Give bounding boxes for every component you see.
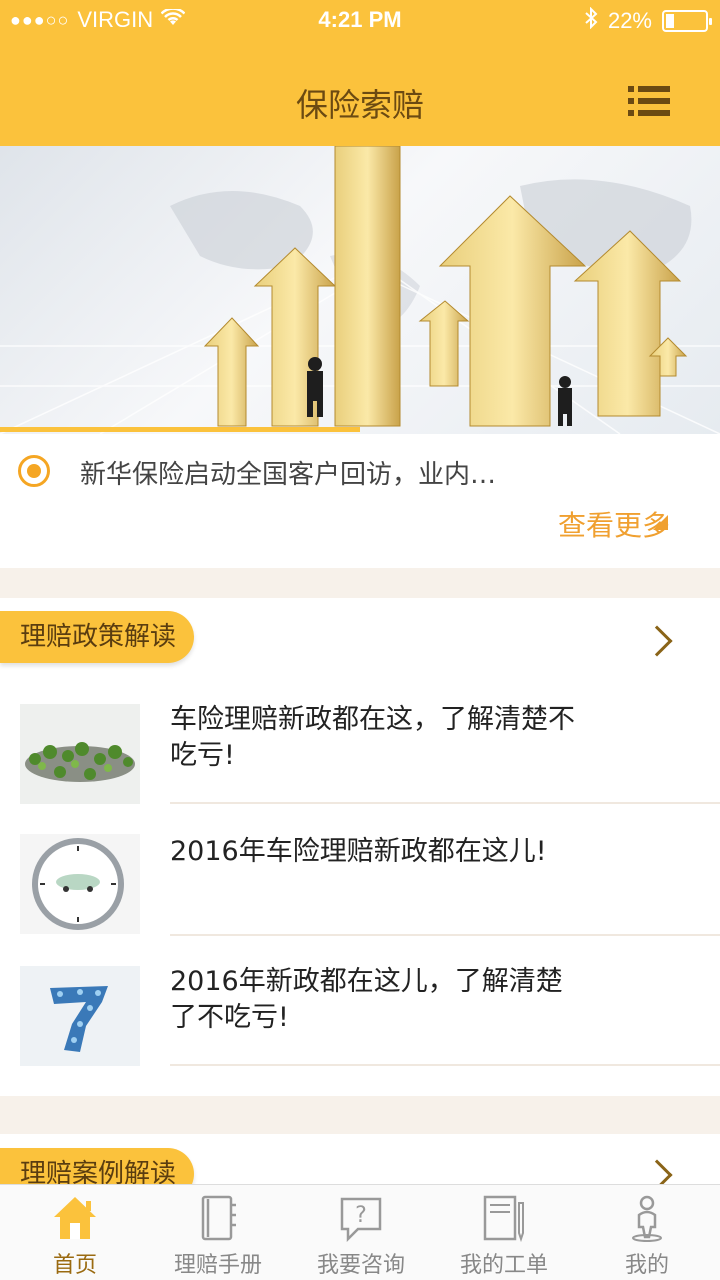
- bottom-tab-bar: 首页 理赔手册 ? 我要咨询 我的工单 我的: [0, 1184, 720, 1280]
- list-menu-icon-row: [628, 98, 670, 104]
- home-icon: [54, 1197, 96, 1239]
- banner-image[interactable]: [0, 146, 720, 434]
- article-thumbnail: [20, 704, 140, 804]
- list-menu-icon-row: [628, 110, 670, 116]
- news-headline[interactable]: 新华保险启动全国客户回访，业内…: [80, 454, 496, 491]
- list-item[interactable]: 2016年车险理赔新政都在这儿!: [0, 822, 720, 952]
- tab-label: 我的工单: [459, 1253, 548, 1278]
- chevron-right-icon[interactable]: [641, 625, 673, 657]
- list-menu-icon: [628, 86, 670, 92]
- article-title-line: 车险理赔新政都在这，了解清楚不: [170, 704, 575, 735]
- tab-work-orders[interactable]: 我的工单: [432, 1185, 576, 1280]
- clock-car-image: [20, 834, 140, 934]
- tab-label: 首页: [52, 1253, 97, 1278]
- tab-label: 理赔手册: [173, 1253, 262, 1278]
- section-spacer: [0, 1096, 720, 1134]
- article-thumbnail: [20, 966, 140, 1066]
- divider: [170, 802, 720, 804]
- article-title-line: 2016年新政都在这儿，了解清楚: [170, 966, 563, 997]
- banner-illustration: [0, 146, 720, 434]
- corner-triangle-icon: [653, 515, 668, 530]
- vine-rock-image: [20, 704, 140, 804]
- battery-percent: 22%: [607, 8, 652, 33]
- tab-home[interactable]: 首页: [3, 1185, 147, 1280]
- status-bar: ●●●○○ VIRGIN 4:21 PM 22%: [0, 0, 720, 40]
- document-pen-icon: [483, 1195, 524, 1243]
- section-title-policy[interactable]: 理赔政策解读: [0, 611, 195, 663]
- blue-seven-image: [20, 966, 140, 1066]
- list-item[interactable]: 车险理赔新政都在这，了解清楚不 吃亏!: [0, 690, 720, 820]
- question-chat-icon: ?: [340, 1197, 382, 1243]
- tab-label: 我的: [624, 1253, 669, 1278]
- person-icon: [632, 1195, 662, 1242]
- article-thumbnail: [20, 834, 140, 934]
- battery-icon: [662, 10, 712, 32]
- article-title-line: 2016年车险理赔新政都在这儿!: [170, 836, 547, 867]
- article-title: 2016年新政都在这儿，了解清楚 了不吃亏!: [170, 964, 670, 1036]
- news-ticker: 新华保险启动全国客户回访，业内… 查看更多: [0, 434, 720, 568]
- menu-button[interactable]: [628, 86, 670, 116]
- tab-label: 我要咨询: [316, 1253, 405, 1278]
- notebook-icon: [201, 1195, 236, 1241]
- section-spacer: [0, 568, 720, 598]
- top-bar: ●●●○○ VIRGIN 4:21 PM 22% 保险索赔: [0, 0, 720, 146]
- radio-dot-icon: [18, 455, 50, 487]
- list-item[interactable]: 2016年新政都在这儿，了解清楚 了不吃亏!: [0, 954, 720, 1084]
- article-title: 2016年车险理赔新政都在这儿!: [170, 834, 670, 870]
- divider: [170, 934, 720, 936]
- article-title-line: 吃亏!: [170, 740, 235, 771]
- banner-progress-indicator: [0, 427, 360, 432]
- page-title: 保险索赔: [295, 86, 424, 124]
- bluetooth-icon: [584, 6, 598, 35]
- status-right: 22%: [584, 6, 712, 35]
- tab-consult[interactable]: ? 我要咨询: [289, 1185, 433, 1280]
- tab-mine[interactable]: 我的: [575, 1185, 719, 1280]
- article-title: 车险理赔新政都在这，了解清楚不 吃亏!: [170, 702, 670, 774]
- svg-text:?: ?: [355, 1203, 367, 1228]
- article-title-line: 了不吃亏!: [170, 1002, 289, 1033]
- tab-handbook[interactable]: 理赔手册: [146, 1185, 290, 1280]
- divider: [170, 1064, 720, 1066]
